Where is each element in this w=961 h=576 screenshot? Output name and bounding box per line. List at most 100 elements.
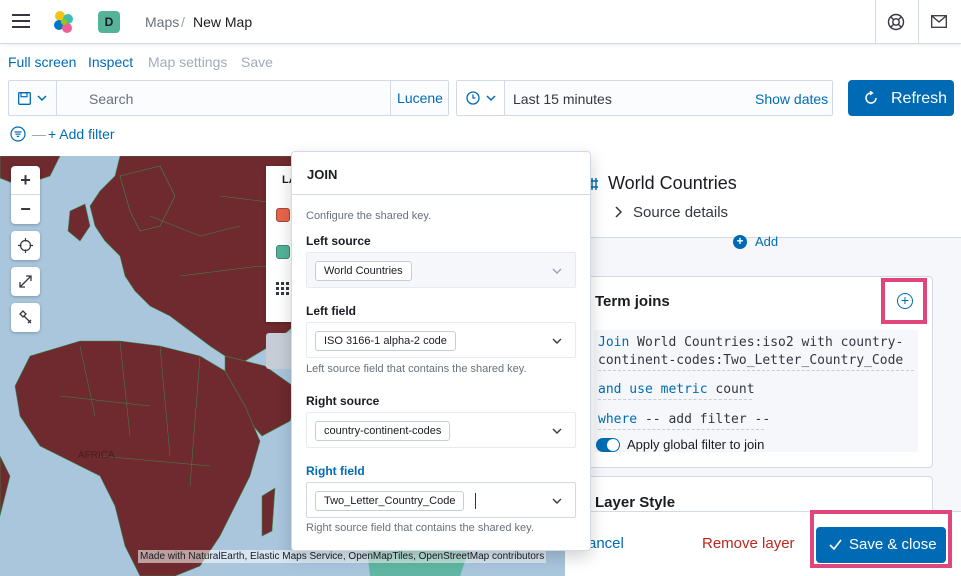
expand-icon bbox=[19, 275, 32, 288]
save-close-label: Save & close bbox=[849, 536, 937, 553]
search-input[interactable]: Search bbox=[89, 91, 133, 107]
plus-circle-icon[interactable]: + bbox=[733, 235, 747, 249]
join-keyword: Join bbox=[598, 335, 630, 350]
left-field-label: Left field bbox=[306, 304, 356, 318]
right-field-label: Right field bbox=[306, 464, 365, 478]
add-filter-button[interactable]: + Add filter bbox=[48, 126, 115, 142]
map-attribution: Made with NaturalEarth, Elastic Maps Ser… bbox=[138, 550, 547, 563]
where-expression[interactable]: where -- add filter -- bbox=[598, 412, 770, 427]
chevron-down-icon bbox=[552, 268, 562, 274]
apply-global-filter-label: Apply global filter to join bbox=[627, 437, 765, 452]
full-screen-link[interactable]: Full screen bbox=[8, 54, 76, 70]
left-field-select[interactable]: ISO 3166-1 alpha-2 code bbox=[306, 322, 576, 358]
join-right-text-1: country- bbox=[840, 335, 904, 350]
refresh-icon bbox=[865, 91, 877, 104]
layer-panel-header bbox=[565, 156, 961, 238]
where-keyword: where bbox=[598, 412, 638, 427]
check-icon bbox=[829, 539, 842, 550]
space-avatar[interactable]: D bbox=[98, 11, 120, 33]
text-cursor bbox=[475, 493, 476, 509]
metric-expression[interactable]: and use metric count bbox=[598, 382, 755, 397]
inspect-link[interactable]: Inspect bbox=[88, 54, 133, 70]
layer-swatch[interactable] bbox=[276, 245, 290, 259]
top-header: D Maps / New Map bbox=[0, 0, 961, 44]
save-close-button[interactable]: Save & close bbox=[816, 527, 946, 563]
query-bar: Search Lucene bbox=[8, 80, 449, 116]
chevron-down-icon bbox=[552, 498, 562, 504]
popover-divider bbox=[292, 194, 590, 195]
left-field-help: Left source field that contains the shar… bbox=[306, 363, 527, 375]
saved-queries-button[interactable] bbox=[9, 81, 57, 115]
chevron-down-icon bbox=[486, 95, 496, 102]
refresh-button[interactable]: Refresh bbox=[848, 80, 954, 116]
source-details-toggle[interactable]: Source details bbox=[633, 204, 728, 221]
chevron-down-icon bbox=[552, 338, 562, 344]
breadcrumb-maps[interactable]: Maps bbox=[145, 14, 179, 30]
fullscreen-map-button[interactable] bbox=[11, 267, 40, 296]
map-settings-link: Map settings bbox=[148, 54, 228, 70]
filter-divider: — bbox=[32, 126, 46, 142]
clock-icon bbox=[466, 91, 480, 105]
wrench-icon bbox=[19, 310, 32, 324]
right-source-value: country-continent-codes bbox=[315, 421, 451, 441]
chevron-down-icon bbox=[552, 428, 562, 434]
layer-style-title: Layer Style bbox=[595, 494, 676, 511]
expression-underline bbox=[598, 370, 914, 371]
grid-icon[interactable] bbox=[276, 282, 289, 295]
remove-layer-button[interactable]: Remove layer bbox=[702, 535, 795, 552]
save-link: Save bbox=[241, 54, 273, 70]
zoom-out-button[interactable]: − bbox=[11, 195, 40, 224]
breadcrumb-separator: / bbox=[181, 14, 185, 30]
time-range-text[interactable]: Last 15 minutes bbox=[513, 91, 612, 107]
zoom-in-button[interactable]: + bbox=[11, 166, 40, 195]
zoom-control: + − bbox=[11, 166, 40, 224]
join-right-text-2: continent-codes:Two_Letter_Country_Code bbox=[598, 353, 904, 368]
chevron-down-icon bbox=[37, 95, 47, 102]
layer-swatch[interactable] bbox=[276, 208, 290, 222]
help-icon[interactable] bbox=[887, 13, 905, 31]
elastic-logo[interactable] bbox=[52, 10, 76, 34]
left-source-value: World Countries bbox=[315, 261, 412, 281]
left-source-select[interactable]: World Countries bbox=[306, 252, 576, 288]
expression-underline bbox=[598, 399, 752, 400]
right-field-select[interactable]: Two_Letter_Country_Code bbox=[306, 482, 576, 518]
join-description: Configure the shared key. bbox=[306, 210, 432, 222]
add-join-button[interactable]: + bbox=[897, 293, 913, 309]
date-picker: Last 15 minutes Show dates bbox=[456, 80, 833, 116]
refresh-label: Refresh bbox=[891, 90, 948, 107]
crosshairs-icon bbox=[18, 238, 33, 253]
left-field-value: ISO 3166-1 alpha-2 code bbox=[315, 331, 456, 351]
metric-value: count bbox=[715, 382, 755, 397]
save-icon bbox=[18, 92, 31, 105]
set-view-button[interactable] bbox=[11, 231, 40, 260]
add-tooltip-button[interactable]: Add bbox=[755, 234, 778, 249]
and-use-metric-text: and use metric bbox=[598, 382, 708, 397]
newsfeed-icon[interactable] bbox=[931, 15, 947, 28]
join-with-text: with bbox=[801, 335, 833, 350]
language-switcher[interactable]: Lucene bbox=[390, 81, 449, 115]
left-source-label: Left source bbox=[306, 234, 371, 248]
join-expression-line1[interactable]: Join World Countries:iso2 with country- … bbox=[598, 334, 918, 370]
menu-icon[interactable] bbox=[12, 14, 30, 28]
global-filter-toggle[interactable] bbox=[596, 438, 620, 452]
chevron-right-icon[interactable] bbox=[614, 206, 622, 218]
expression-underline bbox=[598, 429, 764, 430]
right-source-select[interactable]: country-continent-codes bbox=[306, 412, 576, 448]
filter-options-icon[interactable] bbox=[10, 126, 26, 142]
header-divider bbox=[918, 0, 919, 44]
join-left-text: World Countries:iso2 bbox=[637, 335, 794, 350]
cancel-button[interactable]: ancel bbox=[588, 535, 624, 552]
africa-label: AFRICA bbox=[78, 450, 115, 461]
header-divider bbox=[875, 0, 876, 44]
add-filter-text: -- add filter -- bbox=[644, 412, 771, 427]
right-field-help: Right source field that contains the sha… bbox=[306, 522, 534, 534]
quick-menu-button[interactable] bbox=[457, 81, 505, 115]
right-field-value: Two_Letter_Country_Code bbox=[315, 491, 465, 511]
term-joins-title: Term joins bbox=[595, 293, 670, 310]
show-dates-link[interactable]: Show dates bbox=[755, 91, 828, 107]
layer-icon bbox=[590, 178, 598, 190]
tools-button[interactable] bbox=[11, 303, 40, 332]
join-popover: JOIN Configure the shared key. Left sour… bbox=[291, 151, 591, 551]
right-source-label: Right source bbox=[306, 394, 380, 408]
layer-title: World Countries bbox=[608, 173, 737, 193]
